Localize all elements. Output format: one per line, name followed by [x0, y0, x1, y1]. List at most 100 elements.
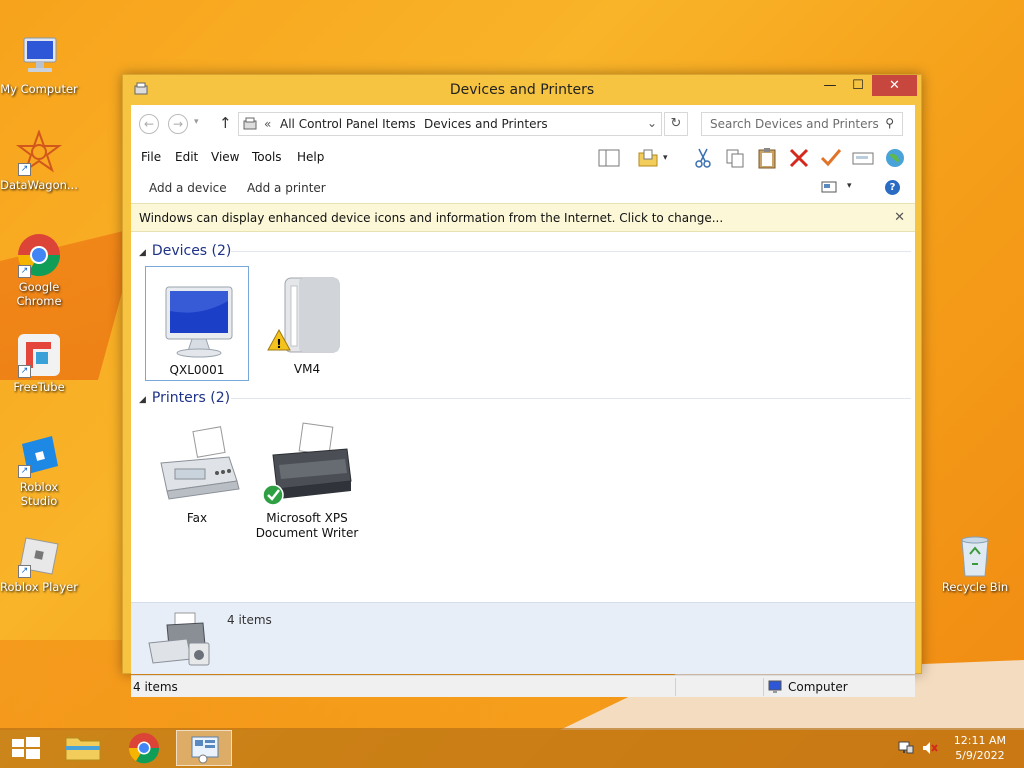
breadcrumb-devices-and-printers[interactable]: Devices and Printers — [424, 117, 548, 131]
desktop-icon-chrome[interactable]: ↗ Google Chrome — [0, 232, 78, 308]
clock-time: 12:11 AM — [953, 734, 1006, 747]
control-panel-icon — [243, 117, 259, 131]
clock-date: 5/9/2022 — [955, 749, 1005, 762]
menu-view[interactable]: View — [211, 150, 239, 164]
svg-text:!: ! — [276, 337, 281, 351]
add-printer-button[interactable]: Add a printer — [247, 181, 326, 195]
title-bar[interactable]: Devices and Printers — ☐ ✕ — [123, 75, 921, 105]
info-bar[interactable]: Windows can display enhanced device icon… — [131, 203, 915, 232]
desktop-icon-label: Google Chrome — [16, 280, 62, 308]
desktop-icon-label: Roblox Player — [0, 580, 78, 594]
back-button[interactable]: ← — [139, 114, 159, 134]
printers-group-header[interactable]: ◢ Printers (2) — [139, 390, 230, 406]
desktop-icon-label: My Computer — [0, 82, 78, 96]
desktop-icon-label: Recycle Bin — [941, 580, 1009, 594]
folder-options-icon[interactable] — [636, 147, 660, 169]
roblox-studio-icon: ↗ — [16, 432, 62, 478]
up-arrow-icon[interactable]: ↑ — [219, 114, 232, 132]
desktop-icon-recycle-bin[interactable]: Recycle Bin — [936, 532, 1014, 594]
shortcut-arrow-icon: ↗ — [18, 265, 31, 278]
window-title: Devices and Printers — [449, 82, 595, 98]
desktop-icon-freetube[interactable]: ↗ FreeTube — [0, 332, 78, 394]
fax-icon — [145, 415, 249, 511]
cut-icon[interactable] — [691, 147, 715, 169]
file-explorer-icon — [65, 737, 101, 761]
add-device-button[interactable]: Add a device — [149, 181, 227, 195]
status-divider — [763, 678, 764, 696]
shortcut-arrow-icon: ↗ — [18, 465, 31, 478]
taskbar-devices-printers[interactable] — [176, 730, 232, 766]
help-icon[interactable]: ? — [885, 180, 900, 195]
freetube-icon: ↗ — [16, 332, 62, 378]
printer-icon — [255, 415, 359, 511]
status-divider — [675, 678, 676, 696]
recent-locations-icon[interactable]: ▾ — [194, 117, 199, 127]
printer-label: Fax — [186, 511, 208, 525]
desktop-icon-datawagon[interactable]: ↗ DataWagon... — [0, 129, 78, 192]
taskbar: 12:11 AM 5/9/2022 — [0, 728, 1024, 768]
collapse-triangle-icon[interactable]: ◢ — [139, 248, 146, 258]
windows-logo-icon — [12, 737, 40, 759]
info-bar-close-icon[interactable]: ✕ — [894, 210, 905, 225]
close-button[interactable]: ✕ — [872, 75, 917, 96]
minimize-button[interactable]: — — [816, 75, 844, 96]
status-bar: 4 items Computer — [131, 675, 915, 697]
refresh-button[interactable]: ↻ — [664, 112, 688, 136]
start-button[interactable] — [0, 730, 56, 766]
desktop-icon-roblox-player[interactable]: ↗ Roblox Player — [0, 532, 78, 594]
devices-group-header[interactable]: ◢ Devices (2) — [139, 243, 231, 259]
details-item-count: 4 items — [227, 613, 272, 627]
printers-heading: Printers (2) — [151, 390, 231, 406]
status-location: Computer — [788, 680, 848, 694]
change-view-dropdown-icon[interactable]: ▾ — [847, 181, 852, 191]
desktop-icon-label: Roblox Studio — [19, 480, 59, 508]
search-icon[interactable]: ⚲ — [885, 116, 894, 130]
address-dropdown-icon[interactable]: ⌄ — [647, 116, 657, 130]
device-qxl0001[interactable]: QXL0001 — [145, 266, 249, 381]
volume-muted-icon[interactable] — [922, 741, 938, 758]
rename-icon[interactable] — [851, 147, 875, 169]
globe-icon[interactable] — [883, 147, 907, 169]
search-placeholder: Search Devices and Printers — [710, 117, 879, 131]
menu-tools[interactable]: Tools — [252, 150, 282, 164]
delete-icon[interactable] — [787, 147, 811, 169]
datawagon-icon: ↗ — [16, 129, 62, 176]
breadcrumb-all-control-panel-items[interactable]: All Control Panel Items — [280, 117, 416, 131]
taskbar-file-explorer[interactable] — [56, 730, 112, 766]
chrome-icon: ↗ — [16, 232, 62, 278]
paste-icon[interactable] — [755, 147, 779, 169]
info-bar-text: Windows can display enhanced device icon… — [139, 211, 724, 225]
shortcut-arrow-icon: ↗ — [18, 565, 31, 578]
desktop-icon-my-computer[interactable]: My Computer — [0, 34, 78, 96]
copy-icon[interactable] — [723, 147, 747, 169]
collapse-triangle-icon[interactable]: ◢ — [139, 395, 146, 405]
breadcrumb-separator[interactable]: › — [401, 117, 406, 131]
address-overflow[interactable]: « — [264, 117, 271, 131]
search-input[interactable]: Search Devices and Printers ⚲ — [701, 112, 903, 136]
printer-fax[interactable]: Fax — [145, 415, 249, 525]
change-view-icon[interactable] — [821, 180, 837, 197]
chrome-icon — [128, 733, 160, 764]
taskbar-chrome[interactable] — [116, 730, 172, 766]
system-clock[interactable]: 12:11 AM 5/9/2022 — [954, 733, 1006, 763]
address-bar[interactable]: « All Control Panel Items › Devices and … — [238, 112, 662, 136]
printer-microsoft-xps[interactable]: Microsoft XPS Document Writer — [255, 415, 359, 545]
details-pane: 4 items — [131, 602, 915, 674]
properties-check-icon[interactable] — [819, 147, 843, 169]
maximize-button[interactable]: ☐ — [844, 75, 872, 96]
computer-icon — [16, 34, 62, 80]
preview-pane-icon[interactable] — [597, 147, 621, 169]
group-divider — [231, 251, 911, 252]
menu-edit[interactable]: Edit — [175, 150, 198, 164]
devices-heading: Devices (2) — [151, 243, 232, 259]
menu-help[interactable]: Help — [297, 150, 324, 164]
forward-button[interactable]: → — [168, 114, 188, 134]
device-vm4[interactable]: ! VM4 — [255, 266, 359, 381]
menu-file[interactable]: File — [141, 150, 161, 164]
network-icon[interactable] — [898, 741, 914, 758]
roblox-player-icon: ↗ — [16, 532, 62, 578]
status-item-count: 4 items — [133, 680, 178, 694]
monitor-icon — [146, 267, 248, 363]
desktop-icon-label: FreeTube — [13, 380, 65, 394]
desktop-icon-roblox-studio[interactable]: ↗ Roblox Studio — [0, 432, 78, 508]
